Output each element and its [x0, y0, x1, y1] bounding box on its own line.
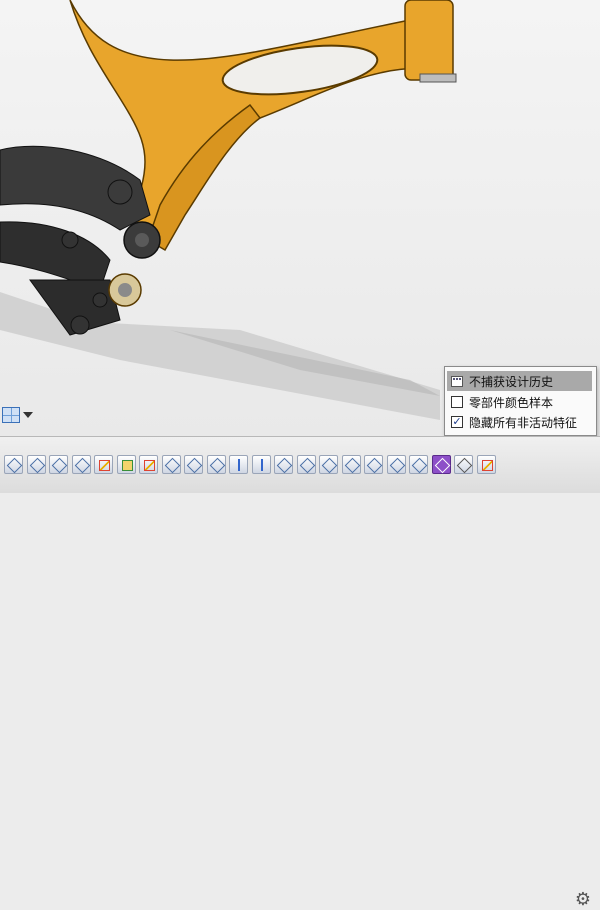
timeline-toolbar: ⚙	[0, 436, 600, 910]
menu-item-capture-design-history[interactable]: 不捕获设计历史	[447, 371, 592, 391]
grid-layout-icon	[2, 407, 20, 423]
gear-icon[interactable]: ⚙	[573, 890, 593, 910]
menu-item-hide-inactive-features[interactable]: ✓ 隐藏所有非活动特征	[447, 412, 592, 432]
body-icon[interactable]	[184, 455, 203, 474]
home-icon[interactable]	[454, 455, 473, 474]
context-popup-menu: 不捕获设计历史 零部件颜色样本 ✓ 隐藏所有非活动特征	[444, 366, 597, 436]
move-icon[interactable]	[251, 455, 271, 474]
box-icon[interactable]	[274, 455, 293, 474]
viewport-layout-button[interactable]	[2, 404, 38, 426]
joint-icon[interactable]	[4, 455, 23, 474]
component-icon[interactable]	[409, 455, 428, 474]
checkbox-checked[interactable]: ✓	[451, 416, 463, 428]
joint-icon[interactable]	[49, 455, 68, 474]
mirror-icon[interactable]	[319, 455, 338, 474]
sketch-icon[interactable]	[139, 455, 158, 474]
sketch-icon[interactable]	[94, 455, 113, 474]
hole-icon[interactable]	[341, 455, 361, 474]
menu-item-label: 不捕获设计历史	[469, 374, 554, 389]
body-icon[interactable]	[206, 455, 226, 474]
menu-item-label: 隐藏所有非活动特征	[469, 415, 578, 430]
menu-item-component-color-swatches[interactable]: 零部件颜色样本	[447, 392, 592, 412]
chevron-down-icon	[23, 412, 33, 418]
shell-icon[interactable]	[386, 455, 406, 474]
purple-tool-icon[interactable]	[431, 455, 451, 474]
body-icon[interactable]	[161, 455, 181, 474]
joint-icon[interactable]	[26, 455, 46, 474]
extrude-icon[interactable]	[116, 455, 136, 474]
joint-icon[interactable]	[71, 455, 91, 474]
timeline-features	[4, 455, 496, 477]
3d-viewport[interactable]: 不捕获设计历史 零部件颜色样本 ✓ 隐藏所有非活动特征	[0, 0, 600, 436]
menu-item-label: 零部件颜色样本	[469, 395, 554, 410]
checkbox-unchecked[interactable]	[451, 396, 463, 408]
move-icon[interactable]	[229, 455, 248, 474]
sketch-icon[interactable]	[476, 455, 496, 474]
design-history-icon	[451, 375, 463, 387]
box-icon[interactable]	[296, 455, 316, 474]
hole-icon[interactable]	[364, 455, 383, 474]
